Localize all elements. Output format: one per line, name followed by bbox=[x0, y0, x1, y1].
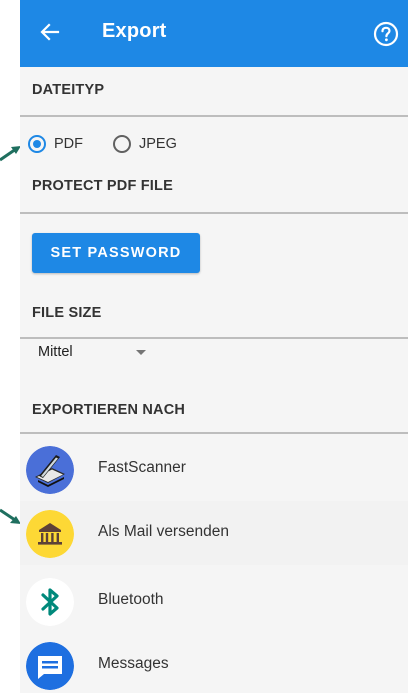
app-content: Export DATEITYP PDF JPEG PROTECT PDF FIL… bbox=[20, 0, 408, 693]
divider bbox=[20, 432, 408, 434]
file-type-radio-group: PDF JPEG bbox=[20, 130, 408, 158]
export-item-label: Bluetooth bbox=[98, 591, 164, 608]
export-item-messages[interactable]: Messages bbox=[20, 633, 408, 693]
mail-bank-icon bbox=[26, 510, 74, 558]
section-title: FILE SIZE bbox=[32, 305, 102, 321]
export-item-bluetooth[interactable]: Bluetooth bbox=[20, 569, 408, 633]
scanner-icon bbox=[26, 446, 74, 494]
radio-jpeg[interactable]: JPEG bbox=[113, 130, 177, 158]
annotation-arrow-icon bbox=[0, 508, 21, 524]
file-size-dropdown[interactable]: Mittel bbox=[32, 340, 182, 364]
arrow-left-icon[interactable] bbox=[36, 18, 64, 46]
divider bbox=[20, 212, 408, 214]
toolbar: Export bbox=[20, 0, 408, 67]
set-password-button[interactable]: SET PASSWORD bbox=[32, 233, 200, 273]
help-circle-icon[interactable] bbox=[373, 21, 399, 47]
export-item-mail[interactable]: Als Mail versenden bbox=[20, 501, 408, 565]
export-screen: Export DATEITYP PDF JPEG PROTECT PDF FIL… bbox=[0, 0, 408, 693]
annotation-arrow-icon bbox=[0, 146, 21, 162]
section-title: DATEITYP bbox=[32, 82, 105, 98]
radio-label: JPEG bbox=[139, 136, 177, 152]
left-margin bbox=[0, 0, 20, 693]
bluetooth-icon bbox=[26, 578, 74, 626]
divider bbox=[20, 337, 408, 339]
radio-pdf[interactable]: PDF bbox=[28, 130, 83, 158]
radio-label: PDF bbox=[54, 136, 83, 152]
radio-checked-icon[interactable] bbox=[28, 135, 46, 153]
radio-unchecked-icon[interactable] bbox=[113, 135, 131, 153]
file-size-value: Mittel bbox=[38, 344, 73, 360]
export-item-fastscanner[interactable]: FastScanner bbox=[20, 437, 408, 501]
section-title: EXPORTIEREN NACH bbox=[32, 402, 186, 418]
messages-icon bbox=[26, 642, 74, 690]
dropdown-arrow-icon bbox=[136, 350, 146, 355]
export-item-label: FastScanner bbox=[98, 459, 186, 476]
toolbar-title: Export bbox=[102, 20, 167, 42]
export-item-label: Messages bbox=[98, 655, 169, 672]
export-item-label: Als Mail versenden bbox=[98, 523, 229, 540]
section-title: PROTECT PDF FILE bbox=[32, 178, 173, 194]
divider bbox=[20, 115, 408, 117]
